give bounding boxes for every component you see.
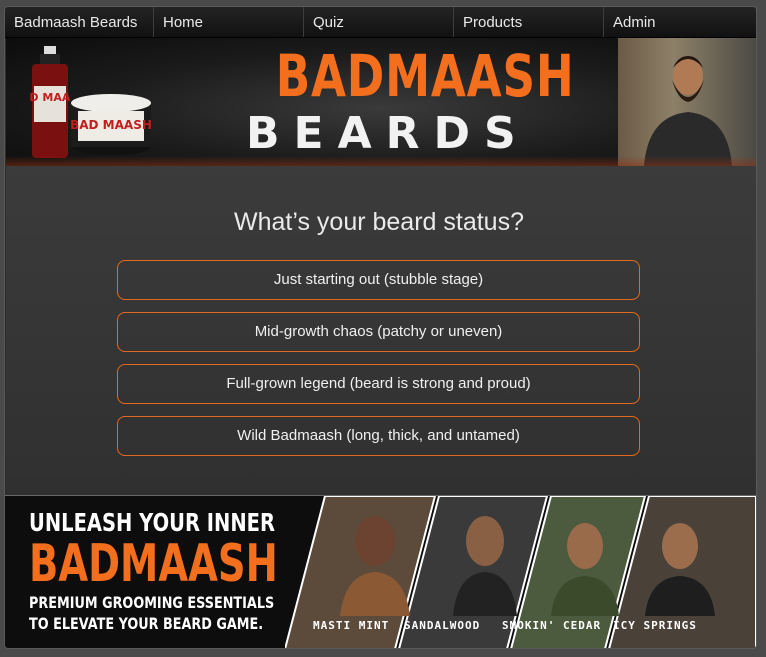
quiz-option-full-grown[interactable]: Full-grown legend (beard is strong and p…: [117, 364, 640, 404]
hero-brand-subtitle: BEARDS: [246, 108, 530, 159]
quiz-question: What’s your beard status?: [234, 208, 524, 236]
hero-banner: BAD MAASH BAD MAASH BADMAASH BEARDS: [6, 38, 756, 166]
app-window: Badmaash Beards Home Quiz Products Admin…: [4, 6, 757, 649]
beard-balm-tin-image: BAD MAASH: [70, 94, 152, 155]
bearded-model-photo: [618, 38, 756, 166]
nav-home[interactable]: Home: [154, 7, 304, 37]
spray-bottle-image: BAD MAASH: [30, 46, 70, 158]
quiz-option-wild[interactable]: Wild Badmaash (long, thick, and untamed): [117, 416, 640, 456]
quiz-option-mid-growth[interactable]: Mid-growth chaos (patchy or uneven): [117, 312, 640, 352]
quiz-section: What’s your beard status? Just starting …: [6, 166, 756, 495]
nav-quiz[interactable]: Quiz: [304, 7, 454, 37]
promo-subtext-2: TO ELEVATE YOUR BEARD GAME.: [29, 614, 264, 633]
quiz-option-stubble[interactable]: Just starting out (stubble stage): [117, 260, 640, 300]
promo-headline-2: BADMAASH: [29, 534, 278, 594]
nav-brand-link[interactable]: Badmaash Beards: [5, 7, 154, 37]
product-label-icy-springs: ICY SPRINGS: [613, 619, 697, 632]
nav-products[interactable]: Products: [454, 7, 604, 37]
bottle-label: BAD MAASH: [30, 91, 70, 104]
nav-admin[interactable]: Admin: [604, 7, 756, 37]
product-label-masti-mint: MASTI MINT: [313, 619, 390, 632]
promo-subtext-1: PREMIUM GROOMING ESSENTIALS: [29, 593, 275, 612]
promo-banner: UNLEASH YOUR INNER BADMAASH PREMIUM GROO…: [5, 495, 756, 648]
tin-label: BAD MAASH: [70, 118, 152, 132]
promo-headline-1: UNLEASH YOUR INNER: [29, 508, 276, 537]
product-label-smokin-cedar: SMOKIN' CEDAR: [502, 619, 602, 632]
hero-brand-title: BADMAASH: [275, 42, 575, 110]
product-label-sandalwood: SANDALWOOD: [404, 619, 481, 632]
top-navigation: Badmaash Beards Home Quiz Products Admin: [5, 7, 756, 38]
